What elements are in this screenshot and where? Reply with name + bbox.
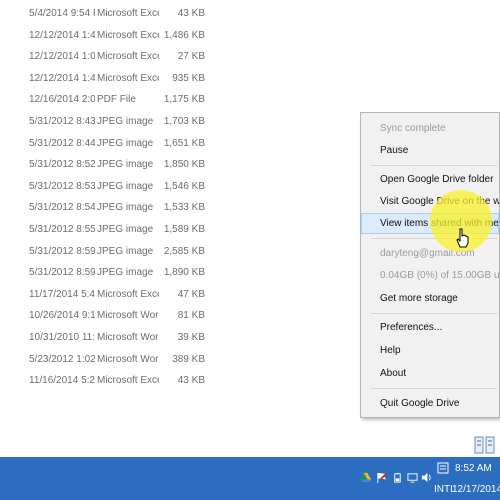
file-date: 11/16/2014 5:29 PM xyxy=(29,375,95,387)
file-date: 5/23/2012 1:02 AM xyxy=(29,353,95,365)
file-type: JPEG image xyxy=(97,245,154,257)
tray-expand-icon[interactable] xyxy=(474,436,496,454)
file-type: Microsoft Word 9... xyxy=(97,310,159,322)
file-type: Microsoft Word 9... xyxy=(97,332,159,343)
file-date: 12/16/2014 2:01 PM xyxy=(29,94,95,106)
file-size: 1,850 KB xyxy=(163,159,205,171)
file-date: 5/31/2012 8:43 AM xyxy=(29,116,95,127)
file-date: 11/17/2014 5:46 PM xyxy=(29,288,95,300)
menu-preferences[interactable]: Preferences... xyxy=(361,317,499,338)
menu-separator xyxy=(371,165,497,166)
file-size: 27 KB xyxy=(177,51,205,63)
flag-icon[interactable] xyxy=(376,472,387,483)
file-type: Microsoft Excel W... xyxy=(97,29,159,41)
menu-quit[interactable]: Quit Google Drive xyxy=(361,393,499,414)
file-date: 10/31/2010 11:59 AM xyxy=(29,332,95,343)
file-size: 1,546 KB xyxy=(163,180,205,192)
menu-separator xyxy=(371,388,497,389)
menu-sync-status: Sync complete xyxy=(380,123,446,134)
file-type: Microsoft Word 9... xyxy=(97,353,159,365)
taskbar: 8:52 AM INTL 12/17/2014 xyxy=(0,457,500,500)
file-date: 5/4/2014 9:54 PM xyxy=(29,8,95,19)
file-row[interactable]: 5/31/2012 8:55 AMJPEG image 1,589 KB xyxy=(0,220,215,240)
file-size: 1,533 KB xyxy=(163,202,205,214)
file-date: 5/31/2012 8:55 AM xyxy=(29,224,95,235)
file-size: 1,589 KB xyxy=(163,224,205,235)
file-row[interactable]: 5/31/2012 8:53 AMJPEG image 1,546 KB xyxy=(0,177,215,197)
file-row[interactable]: 5/31/2012 8:59 AMJPEG image 1,890 KB xyxy=(0,263,215,283)
file-row[interactable]: 5/31/2012 8:44 AMJPEG image 1,651 KB xyxy=(0,134,215,154)
file-type: Microsoft Excel W... xyxy=(97,375,159,387)
file-size: 43 KB xyxy=(177,8,205,19)
file-type: Microsoft Excel 97... xyxy=(97,288,159,300)
file-row[interactable]: 5/31/2012 8:43 AMJPEG image 1,703 KB xyxy=(0,112,215,132)
battery-icon[interactable] xyxy=(392,472,403,483)
file-size: 1,175 KB xyxy=(163,94,205,106)
file-type: Microsoft Excel W... xyxy=(97,51,159,63)
clock-date[interactable]: 12/17/2014 xyxy=(452,484,500,495)
file-size: 1,703 KB xyxy=(163,116,205,127)
file-type: Microsoft Excel W... xyxy=(97,8,159,19)
volume-icon[interactable] xyxy=(421,472,432,483)
file-date: 5/31/2012 8:59 AM xyxy=(29,267,95,279)
file-row[interactable]: 11/16/2014 5:29 PMMicrosoft Excel W... 43… xyxy=(0,371,215,391)
file-size: 47 KB xyxy=(177,288,205,300)
file-size: 1,890 KB xyxy=(163,267,205,279)
file-type: JPEG image xyxy=(97,224,154,235)
google-drive-icon[interactable] xyxy=(360,472,371,483)
file-row[interactable]: 5/31/2012 8:59 AMJPEG image 2,585 KB xyxy=(0,242,215,262)
file-type: JPEG image xyxy=(97,116,154,127)
file-date: 5/31/2012 8:54 AM xyxy=(29,202,95,214)
file-date: 12/12/2014 1:06 AM xyxy=(29,51,95,63)
file-date: 5/31/2012 8:59 AM xyxy=(29,245,95,257)
file-size: 81 KB xyxy=(177,310,205,322)
hand-cursor-icon xyxy=(456,228,469,248)
file-date: 10/26/2014 9:18 PM xyxy=(29,310,95,322)
file-date: 5/31/2012 8:52 AM xyxy=(29,159,95,171)
file-date: 5/31/2012 8:53 AM xyxy=(29,180,95,192)
file-row[interactable]: 11/17/2014 5:46 PMMicrosoft Excel 97... 4… xyxy=(0,285,215,305)
file-size: 935 KB xyxy=(172,72,205,84)
menu-get-storage[interactable]: Get more storage xyxy=(361,288,499,309)
file-date: 12/12/2014 1:49 AM xyxy=(29,72,95,84)
file-row[interactable]: 12/16/2014 2:01 PMPDF File 1,175 KB xyxy=(0,90,215,110)
menu-open-folder[interactable]: Open Google Drive folder xyxy=(361,169,499,190)
file-row[interactable]: 5/31/2012 8:52 AMJPEG image 1,850 KB xyxy=(0,155,215,175)
file-row[interactable]: 10/26/2014 9:18 PMMicrosoft Word 9... 81 … xyxy=(0,306,215,326)
file-type: JPEG image xyxy=(97,159,154,171)
google-drive-context-menu: Sync complete Pause Open Google Drive fo… xyxy=(360,112,500,418)
monitor-icon[interactable] xyxy=(407,472,418,483)
file-type: Microsoft Excel 97... xyxy=(97,72,159,84)
menu-about[interactable]: About xyxy=(361,363,499,384)
file-row[interactable]: 5/31/2012 8:54 AMJPEG image 1,533 KB xyxy=(0,198,215,218)
file-row[interactable]: 5/23/2012 1:02 AMMicrosoft Word 9... 389 … xyxy=(0,350,215,370)
menu-storage: 0.04GB (0%) of 15.00GB used xyxy=(380,270,499,281)
menu-pause[interactable]: Pause xyxy=(361,140,499,161)
file-date: 5/31/2012 8:44 AM xyxy=(29,137,95,149)
file-size: 39 KB xyxy=(177,332,205,343)
file-row[interactable]: 12/12/2014 1:06 AMMicrosoft Excel W... 27… xyxy=(0,47,215,67)
file-size: 1,486 KB xyxy=(163,29,205,41)
file-type: JPEG image xyxy=(97,202,154,214)
file-row[interactable]: 12/12/2014 1:49 AMMicrosoft Excel 97... 9… xyxy=(0,69,215,89)
file-type: JPEG image xyxy=(97,180,154,192)
file-row[interactable]: 5/4/2014 9:54 PMMicrosoft Excel W... 43 K… xyxy=(0,4,215,24)
file-row[interactable]: 10/31/2010 11:59 AMMicrosoft Word 9... 39… xyxy=(0,328,215,348)
file-type: PDF File xyxy=(97,94,136,106)
file-date: 12/12/2014 1:49 AM xyxy=(29,29,95,41)
file-size: 1,651 KB xyxy=(163,137,205,149)
clock-time[interactable]: 8:52 AM xyxy=(455,463,492,474)
file-type: JPEG image xyxy=(97,137,154,149)
file-size: 43 KB xyxy=(177,375,205,387)
ime-icon[interactable] xyxy=(437,462,449,474)
file-type: JPEG image xyxy=(97,267,154,279)
menu-separator xyxy=(371,313,497,314)
menu-help[interactable]: Help xyxy=(361,340,499,361)
file-size: 2,585 KB xyxy=(163,245,205,257)
file-size: 389 KB xyxy=(172,353,205,365)
file-row[interactable]: 12/12/2014 1:49 AMMicrosoft Excel W... 1,… xyxy=(0,26,215,46)
